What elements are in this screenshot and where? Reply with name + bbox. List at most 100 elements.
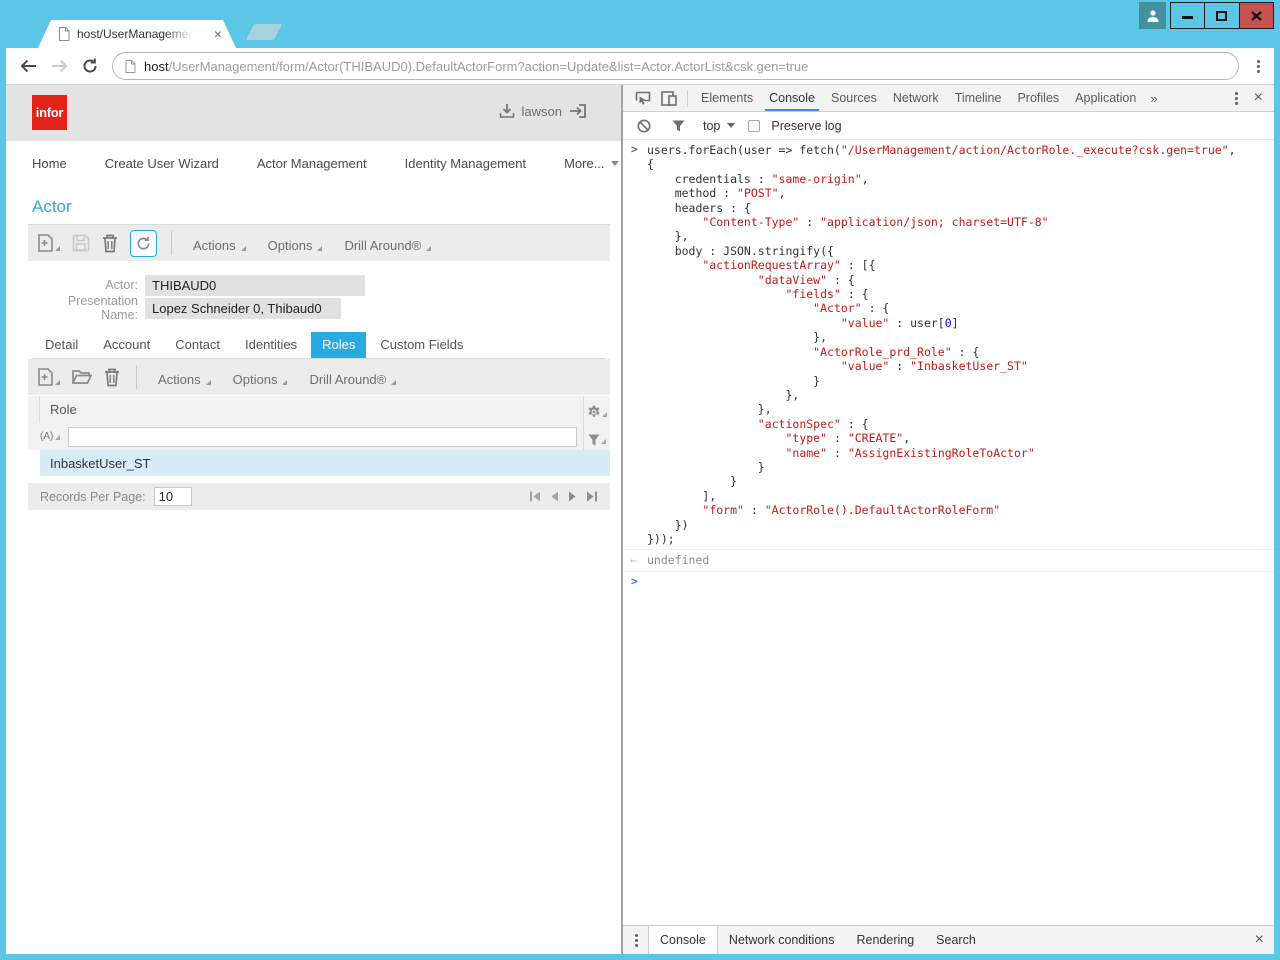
devtools-close-button[interactable]: × bbox=[1254, 90, 1263, 106]
console-filter-button[interactable] bbox=[667, 120, 690, 132]
menu-options[interactable]: Options bbox=[257, 233, 334, 253]
drawer-tab-console[interactable]: Console bbox=[648, 926, 718, 954]
sign-out-icon[interactable] bbox=[569, 103, 587, 119]
code-text: })); bbox=[647, 532, 675, 546]
code-text: : user[ bbox=[889, 316, 944, 330]
toolbar-separator bbox=[687, 90, 688, 107]
console-code-line: "name" : "AssignExistingRoleToActor" bbox=[647, 446, 1274, 460]
address-bar[interactable]: host/UserManagement/form/Actor(THIBAUD0)… bbox=[112, 52, 1239, 80]
person-icon bbox=[1146, 9, 1160, 23]
save-button[interactable] bbox=[72, 234, 90, 252]
code-text: , bbox=[779, 186, 786, 200]
delete-button[interactable] bbox=[102, 234, 118, 253]
code-string: "form" bbox=[702, 503, 744, 517]
clear-console-button[interactable] bbox=[632, 119, 656, 133]
devtools-tab-sources[interactable]: Sources bbox=[823, 85, 885, 111]
new-role-button[interactable] bbox=[37, 368, 60, 387]
page-doc-icon bbox=[58, 27, 70, 41]
nav-item-identity-management[interactable]: Identity Management bbox=[405, 156, 526, 171]
console-output[interactable]: >users.forEach(user => fetch("/UserManag… bbox=[623, 140, 1274, 925]
console-input[interactable]: > bbox=[623, 572, 1274, 580]
tab-roles[interactable]: Roles bbox=[311, 332, 366, 358]
new-tab-button[interactable] bbox=[246, 24, 283, 40]
code-text: { bbox=[647, 157, 654, 171]
devtools-tab-application[interactable]: Application bbox=[1067, 85, 1144, 111]
menu-label: Drill Around® bbox=[309, 372, 386, 387]
open-button[interactable] bbox=[72, 369, 92, 385]
code-string: "Content-Type" bbox=[702, 215, 799, 229]
tab-close-icon[interactable]: × bbox=[214, 27, 222, 41]
code-text bbox=[647, 316, 841, 330]
records-per-page-input[interactable] bbox=[154, 487, 192, 506]
minimize-button[interactable] bbox=[1171, 3, 1204, 28]
menu-drill-around[interactable]: Drill Around® bbox=[333, 233, 442, 253]
username-label: lawson bbox=[522, 104, 562, 119]
nav-item-create-user-wizard[interactable]: Create User Wizard bbox=[105, 156, 219, 171]
drawer-menu-button[interactable] bbox=[631, 930, 642, 951]
close-button[interactable] bbox=[1239, 3, 1273, 28]
tab-custom-fields[interactable]: Custom Fields bbox=[369, 332, 474, 358]
next-page-button[interactable] bbox=[568, 491, 577, 502]
console-code-line: } bbox=[647, 460, 1274, 474]
tab-detail[interactable]: Detail bbox=[34, 332, 89, 358]
first-page-button[interactable] bbox=[529, 491, 541, 502]
devtools-menu-button[interactable] bbox=[1231, 88, 1242, 109]
code-text: users.forEach(user => fetch( bbox=[647, 143, 841, 157]
back-button[interactable] bbox=[20, 59, 37, 73]
forward-button[interactable] bbox=[51, 59, 68, 73]
console-result-value: undefined bbox=[647, 553, 709, 567]
device-toolbar-button[interactable] bbox=[656, 91, 682, 106]
last-page-button[interactable] bbox=[586, 491, 598, 502]
code-text bbox=[647, 273, 758, 287]
filter-operator-button[interactable]: (A) bbox=[40, 431, 60, 442]
nav-item-more[interactable]: More... bbox=[564, 156, 618, 171]
nav-item-actor-management[interactable]: Actor Management bbox=[257, 156, 367, 171]
reload-button[interactable] bbox=[82, 58, 98, 74]
grid-settings-button[interactable] bbox=[583, 396, 610, 423]
console-code-line: }) bbox=[647, 518, 1274, 532]
menu-actions[interactable]: Actions bbox=[182, 233, 257, 253]
drawer-close-button[interactable]: × bbox=[1245, 931, 1274, 949]
download-icon[interactable] bbox=[499, 103, 515, 119]
refresh-button[interactable] bbox=[130, 230, 157, 257]
profile-button[interactable] bbox=[1139, 2, 1166, 29]
drawer-tab-rendering[interactable]: Rendering bbox=[845, 926, 925, 954]
grid-filter-button[interactable] bbox=[583, 423, 610, 450]
devtools-tab-timeline[interactable]: Timeline bbox=[947, 85, 1010, 111]
devtools-tab-console[interactable]: Console bbox=[761, 85, 823, 111]
nav-item-label: Home bbox=[32, 156, 67, 171]
menu-drill-around[interactable]: Drill Around® bbox=[298, 367, 407, 387]
menu-actions[interactable]: Actions bbox=[147, 367, 222, 387]
menu-options[interactable]: Options bbox=[222, 367, 299, 387]
code-string: "type" bbox=[785, 431, 827, 445]
console-code-line: "actionSpec" : { bbox=[647, 417, 1274, 431]
infor-logo[interactable]: infor bbox=[32, 95, 67, 130]
execution-context-selector[interactable]: top bbox=[701, 119, 737, 133]
new-record-button[interactable] bbox=[37, 234, 60, 253]
folder-open-icon bbox=[72, 369, 92, 385]
browser-menu-button[interactable] bbox=[1253, 56, 1264, 77]
drawer-tab-network-conditions[interactable]: Network conditions bbox=[718, 926, 846, 954]
browser-tab[interactable]: host/UserManagement/form × bbox=[38, 20, 236, 48]
prev-page-button[interactable] bbox=[550, 491, 559, 502]
role-column-header[interactable]: Role bbox=[50, 402, 77, 417]
code-text: : bbox=[827, 431, 848, 445]
role-filter-input[interactable] bbox=[68, 427, 577, 447]
actor-field-value[interactable]: THIBAUD0 bbox=[145, 275, 365, 296]
code-text bbox=[647, 446, 785, 460]
tab-account[interactable]: Account bbox=[92, 332, 161, 358]
devtools-tab-elements[interactable]: Elements bbox=[693, 85, 761, 111]
devtools-tab-profiles[interactable]: Profiles bbox=[1009, 85, 1067, 111]
tab-identities[interactable]: Identities bbox=[234, 332, 308, 358]
preserve-log-checkbox[interactable] bbox=[748, 120, 760, 132]
nav-item-home[interactable]: Home bbox=[32, 156, 67, 171]
tabs-overflow-button[interactable]: » bbox=[1144, 91, 1163, 106]
table-row[interactable]: InbasketUser_ST bbox=[40, 450, 610, 476]
presentation-field-value[interactable]: Lopez Schneider 0, Thibaud0 bbox=[145, 298, 341, 319]
tab-contact[interactable]: Contact bbox=[164, 332, 231, 358]
maximize-button[interactable] bbox=[1204, 3, 1238, 28]
drawer-tab-search[interactable]: Search bbox=[925, 926, 987, 954]
inspect-element-button[interactable] bbox=[630, 91, 656, 106]
delete-role-button[interactable] bbox=[104, 368, 120, 387]
devtools-tab-network[interactable]: Network bbox=[885, 85, 947, 111]
